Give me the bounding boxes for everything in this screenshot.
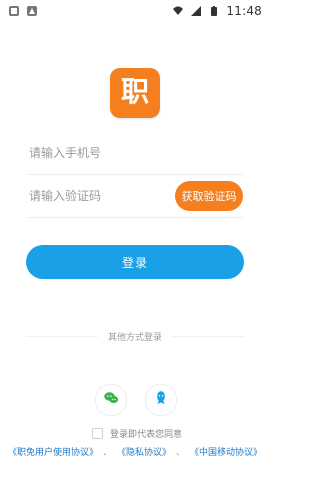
qq-icon xyxy=(152,389,170,411)
qq-login-button[interactable] xyxy=(145,384,177,416)
status-right: 11:48 xyxy=(172,4,262,18)
terms-links: 《职免用户使用协议》 、 《隐私协议》 、 《中国移动协议》 xyxy=(8,445,262,458)
divider-line-left xyxy=(26,336,98,337)
battery-icon xyxy=(208,5,220,17)
status-bar: 11:48 xyxy=(0,0,270,22)
divider-line-right xyxy=(172,336,245,337)
app-icon xyxy=(26,5,38,17)
agreement-row: 登录即代表您同意 xyxy=(92,427,182,440)
phone-input[interactable] xyxy=(27,145,243,161)
terms-separator: 、 xyxy=(176,448,186,458)
clock: 11:48 xyxy=(226,4,262,18)
alt-login-divider: 其他方式登录 xyxy=(26,330,245,343)
get-code-button[interactable]: 获取验证码 xyxy=(175,181,243,211)
cellular-icon xyxy=(190,5,202,17)
wechat-icon xyxy=(102,389,120,411)
code-input[interactable] xyxy=(27,188,171,204)
alt-login-label: 其他方式登录 xyxy=(108,333,163,343)
code-field: 获取验证码 xyxy=(27,175,243,218)
terms-link-user[interactable]: 《职免用户使用协议》 xyxy=(8,445,98,458)
logo-text: 职 xyxy=(120,75,149,108)
wechat-login-button[interactable] xyxy=(95,384,127,416)
app-logo: 职 xyxy=(110,68,160,118)
terms-link-privacy[interactable]: 《隐私协议》 xyxy=(117,445,171,458)
notification-icon xyxy=(8,5,20,17)
status-left xyxy=(8,5,38,17)
agreement-label: 登录即代表您同意 xyxy=(110,430,183,440)
terms-link-cmcc[interactable]: 《中国移动协议》 xyxy=(190,445,262,458)
login-button[interactable]: 登录 xyxy=(26,245,244,279)
terms-separator: 、 xyxy=(102,448,112,458)
phone-field xyxy=(27,132,243,175)
agreement-checkbox[interactable] xyxy=(92,428,103,439)
wifi-icon xyxy=(172,5,184,17)
